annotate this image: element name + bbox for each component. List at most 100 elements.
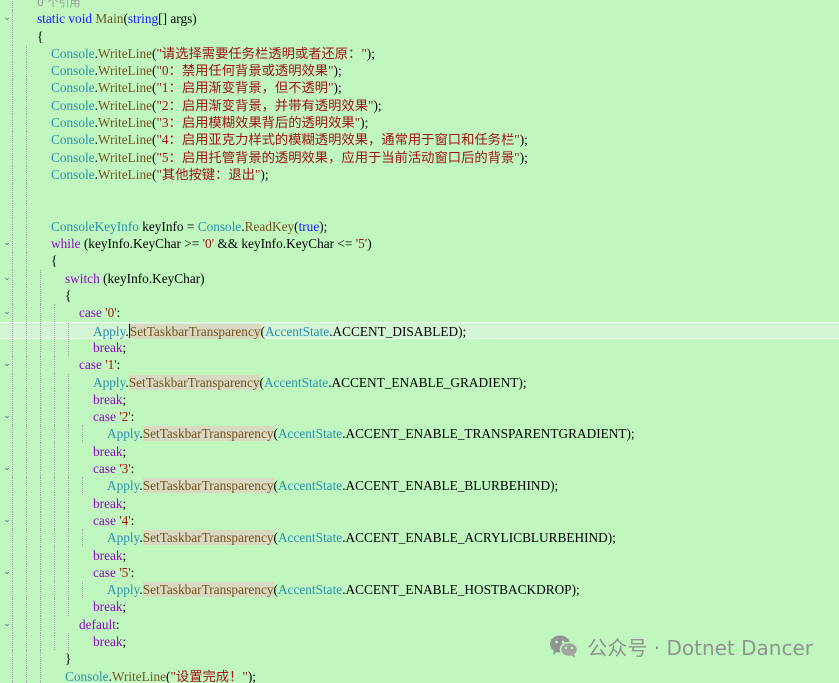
code-token: "4：启用亚克力样式的模糊透明效果，通常用于窗口和任务栏" bbox=[156, 132, 520, 148]
code-token: : bbox=[130, 564, 135, 580]
code-line[interactable]: ⌄ switch (keyInfo.KeyChar) bbox=[0, 269, 839, 288]
code-line[interactable]: ⌄ case '5': bbox=[0, 563, 839, 582]
code-token: ); bbox=[373, 97, 382, 113]
indent-guide bbox=[12, 217, 13, 236]
indent-guide bbox=[40, 322, 41, 338]
code-token: case bbox=[79, 305, 102, 321]
code-text: break; bbox=[93, 339, 126, 356]
code-line[interactable]: ⌄ case '3': bbox=[0, 460, 839, 478]
code-line[interactable]: break; bbox=[0, 546, 839, 564]
code-line[interactable]: break; bbox=[0, 338, 839, 357]
code-line[interactable]: break; bbox=[0, 598, 839, 616]
code-line[interactable]: { bbox=[0, 252, 839, 270]
code-line[interactable]: { bbox=[0, 27, 839, 45]
indent-guide bbox=[12, 408, 13, 426]
code-line[interactable]: Console.WriteLine("其他按键：退出"); bbox=[0, 165, 839, 184]
code-token: case bbox=[93, 409, 116, 425]
indent-guide bbox=[12, 269, 13, 288]
code-line[interactable]: Console.WriteLine("3：启用模糊效果背后的透明效果"); bbox=[0, 114, 839, 132]
fold-toggle-icon[interactable]: ⌄ bbox=[2, 512, 12, 529]
indent-guide bbox=[26, 252, 27, 270]
code-editor[interactable]: 0 个引用 ⌄ static void Main(string[] args){Co… bbox=[0, 0, 839, 683]
code-line[interactable]: ⌄ case '2': bbox=[0, 408, 839, 426]
code-token: Apply bbox=[107, 582, 140, 598]
fold-toggle-icon[interactable]: ⌄ bbox=[2, 460, 12, 477]
code-line[interactable]: { bbox=[0, 287, 839, 305]
code-token: Console bbox=[51, 45, 95, 61]
fold-toggle-icon[interactable]: ⌄ bbox=[2, 270, 12, 287]
indent-guide bbox=[54, 615, 55, 633]
code-line[interactable] bbox=[0, 183, 839, 201]
code-token: break bbox=[93, 547, 123, 563]
code-line[interactable]: ConsoleKeyInfo keyInfo = Console.ReadKey… bbox=[0, 217, 839, 236]
code-line[interactable]: ⌄ case '4': bbox=[0, 511, 839, 530]
indent-guide bbox=[40, 632, 41, 651]
code-token: '4' bbox=[119, 512, 131, 528]
code-line[interactable]: Apply.SetTaskbarTransparency(AccentState… bbox=[0, 373, 839, 391]
code-line[interactable]: Console.WriteLine("2：启用渐变背景，并带有透明效果"); bbox=[0, 96, 839, 115]
code-token: : bbox=[115, 616, 120, 632]
indent-guide bbox=[12, 165, 13, 184]
code-token: WriteLine bbox=[97, 149, 153, 165]
code-line[interactable] bbox=[0, 200, 839, 218]
code-line[interactable]: Apply.SetTaskbarTransparency(AccentState… bbox=[0, 321, 839, 339]
fold-toggle-icon[interactable]: ⌄ bbox=[2, 408, 12, 425]
indent-guide bbox=[54, 304, 55, 322]
code-line[interactable]: Console.WriteLine("1：启用渐变背景，但不透明"); bbox=[0, 79, 839, 97]
indent-guide bbox=[12, 183, 13, 201]
code-token: ConsoleKeyInfo bbox=[51, 218, 139, 234]
reference-hint: 0 个引用 bbox=[37, 0, 81, 9]
code-line[interactable]: Apply.SetTaskbarTransparency(AccentState… bbox=[0, 529, 839, 547]
code-text: { bbox=[51, 252, 57, 269]
code-token: && keyInfo.KeyChar <= bbox=[214, 236, 356, 252]
fold-toggle-icon[interactable]: ⌄ bbox=[2, 356, 12, 373]
fold-toggle-icon[interactable]: ⌄ bbox=[2, 616, 12, 633]
code-token: "3：启用模糊效果背后的透明效果" bbox=[156, 115, 361, 131]
code-line[interactable]: Console.WriteLine("0：禁用任何背景或透明效果"); bbox=[0, 62, 839, 80]
code-line[interactable]: Console.WriteLine("设置完成！"); bbox=[0, 667, 839, 683]
indent-guide bbox=[26, 615, 27, 633]
indent-guide bbox=[12, 511, 13, 530]
code-line[interactable]: ⌄ while (keyInfo.KeyChar >= '0' && keyInf… bbox=[0, 235, 839, 253]
fold-toggle-icon[interactable]: ⌄ bbox=[2, 10, 12, 27]
code-token: SetTaskbarTransparency bbox=[142, 478, 274, 494]
code-line[interactable]: Apply.SetTaskbarTransparency(AccentState… bbox=[0, 581, 839, 599]
indent-guide bbox=[54, 338, 55, 357]
code-text: break; bbox=[93, 598, 126, 615]
indent-guide bbox=[26, 200, 27, 218]
code-token: case bbox=[93, 461, 116, 477]
code-line[interactable]: Apply.SetTaskbarTransparency(AccentState… bbox=[0, 425, 839, 443]
indent-guide bbox=[26, 269, 27, 288]
indent-guide bbox=[54, 408, 55, 426]
code-token: ; bbox=[122, 599, 127, 615]
code-line[interactable]: Console.WriteLine("5：启用托管背景的透明效果，应用于当前活动… bbox=[0, 148, 839, 166]
indent-guide bbox=[12, 529, 13, 547]
code-token: break bbox=[93, 443, 123, 459]
code-line[interactable]: Console.WriteLine("请选择需要任务栏透明或者还原："); bbox=[0, 44, 839, 63]
code-token: ; bbox=[122, 495, 127, 511]
indent-guide bbox=[26, 598, 27, 616]
code-token: ); bbox=[247, 668, 256, 683]
code-line[interactable]: 0 个引用 bbox=[0, 0, 839, 11]
fold-toggle-icon[interactable]: ⌄ bbox=[2, 235, 12, 252]
fold-toggle-icon[interactable]: ⌄ bbox=[2, 304, 12, 321]
code-line[interactable]: ⌄ case '1': bbox=[0, 356, 839, 374]
code-token: [] args) bbox=[158, 11, 197, 27]
fold-toggle-icon[interactable]: ⌄ bbox=[2, 564, 12, 581]
code-line[interactable]: Console.WriteLine("4：启用亚克力样式的模糊透明效果，通常用于… bbox=[0, 131, 839, 149]
code-line[interactable]: break; bbox=[0, 442, 839, 461]
indent-guide bbox=[40, 460, 41, 478]
code-token: .ACCENT_DISABLED); bbox=[329, 323, 467, 339]
indent-guide bbox=[26, 442, 27, 461]
code-line[interactable]: break; bbox=[0, 494, 839, 512]
indent-guide bbox=[40, 425, 41, 443]
code-line[interactable]: ⌄ default: bbox=[0, 615, 839, 633]
code-line[interactable]: Apply.SetTaskbarTransparency(AccentState… bbox=[0, 477, 839, 495]
code-line[interactable]: ⌄ static void Main(string[] args) bbox=[0, 10, 839, 28]
code-line[interactable]: ⌄ case '0': bbox=[0, 304, 839, 322]
code-line[interactable]: break; bbox=[0, 390, 839, 409]
code-token: SetTaskbarTransparency bbox=[128, 374, 260, 390]
indent-guide bbox=[40, 356, 41, 374]
code-token: ; bbox=[122, 633, 127, 649]
code-token: "2：启用渐变背景，并带有透明效果" bbox=[156, 97, 374, 113]
